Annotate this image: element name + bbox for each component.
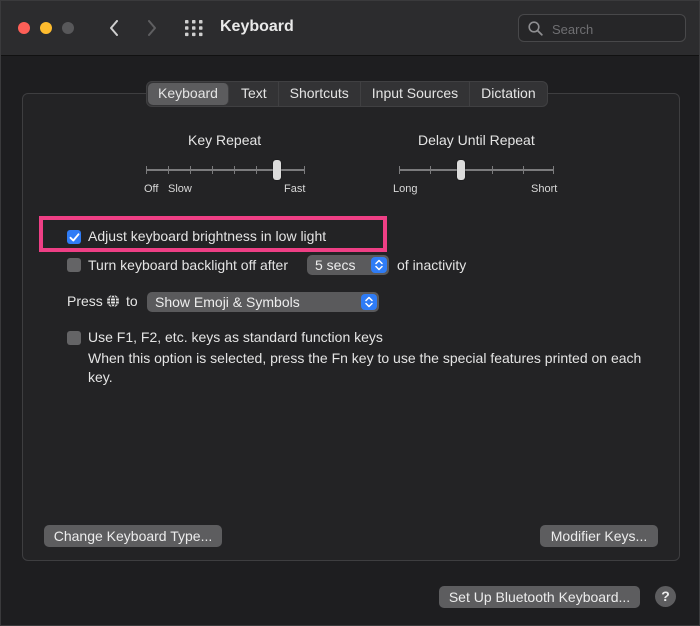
up-down-chevron-icon [375,259,383,271]
of-inactivity-label: of inactivity [397,257,467,273]
tab-shortcuts[interactable]: Shortcuts [279,82,361,106]
delay-until-repeat-label: Delay Until Repeat [418,132,535,148]
slider-tick [304,166,305,174]
zoom-window-button[interactable] [62,22,74,34]
title-bar: Keyboard [1,1,699,56]
back-button[interactable] [102,15,126,41]
slider-tick [430,166,431,174]
backlight-off-checkbox[interactable] [67,258,81,272]
checkmark-icon [69,232,79,241]
tab-dictation[interactable]: Dictation [470,82,546,106]
function-keys-label: Use F1, F2, etc. keys as standard functi… [88,329,383,345]
function-keys-description: When this option is selected, press the … [88,350,642,385]
key-repeat-track [146,169,305,171]
slider-tick [256,166,257,174]
tab-keyboard[interactable]: Keyboard [148,83,229,105]
adjust-brightness-label: Adjust keyboard brightness in low light [88,228,327,244]
tab-text[interactable]: Text [230,82,279,106]
set-up-bluetooth-keyboard-button[interactable]: Set Up Bluetooth Keyboard... [439,586,640,608]
up-down-chevron-icon [365,296,373,308]
preferences-window: Keyboard Keyboard Text Shortcuts Input S… [0,0,700,626]
slider-tick [234,166,235,174]
globe-action-value: Show Emoji & Symbols [155,294,300,310]
tab-bar: Keyboard Text Shortcuts Input Sources Di… [146,81,548,107]
modifier-keys-button[interactable]: Modifier Keys... [540,525,658,547]
key-repeat-fast-label: Fast [284,183,306,195]
change-keyboard-type-button[interactable]: Change Keyboard Type... [44,525,222,547]
window-title: Keyboard [220,18,294,35]
tab-input-sources[interactable]: Input Sources [361,82,471,106]
function-keys-checkbox[interactable] [67,331,81,345]
slider-tick [553,166,554,174]
press-label: Press [67,293,103,309]
minimize-window-button[interactable] [40,22,52,34]
search-input[interactable] [550,19,682,39]
adjust-brightness-checkbox[interactable] [67,230,81,244]
slider-tick [523,166,524,174]
search-field[interactable] [518,14,686,42]
close-window-button[interactable] [18,22,30,34]
key-repeat-label: Key Repeat [188,132,262,148]
help-button[interactable]: ? [655,586,676,607]
slider-tick [146,166,147,174]
globe-action-select[interactable]: Show Emoji & Symbols [147,292,379,312]
show-all-grid-icon[interactable] [183,18,205,38]
forward-button[interactable] [140,15,164,41]
search-icon [528,21,543,36]
select-arrows [361,294,377,310]
key-repeat-slow-label: Slow [168,183,192,195]
backlight-timeout-select[interactable]: 5 secs [307,255,389,275]
backlight-timeout-value: 5 secs [315,257,356,273]
delay-until-repeat-knob[interactable] [457,160,465,180]
slider-tick [168,166,169,174]
chevron-right-icon [148,20,156,36]
slider-tick [492,166,493,174]
slider-tick [399,166,400,174]
to-label: to [126,293,138,309]
slider-tick [212,166,213,174]
key-repeat-off-label: Off [144,183,159,195]
globe-icon [107,294,119,308]
select-arrows [371,257,387,273]
chevron-left-icon [110,20,118,36]
delay-short-label: Short [531,183,558,195]
settings-panel [22,93,680,561]
slider-tick [190,166,191,174]
delay-long-label: Long [393,183,418,195]
key-repeat-knob[interactable] [273,160,281,180]
delay-track [399,169,554,171]
backlight-off-label: Turn keyboard backlight off after [88,257,288,273]
